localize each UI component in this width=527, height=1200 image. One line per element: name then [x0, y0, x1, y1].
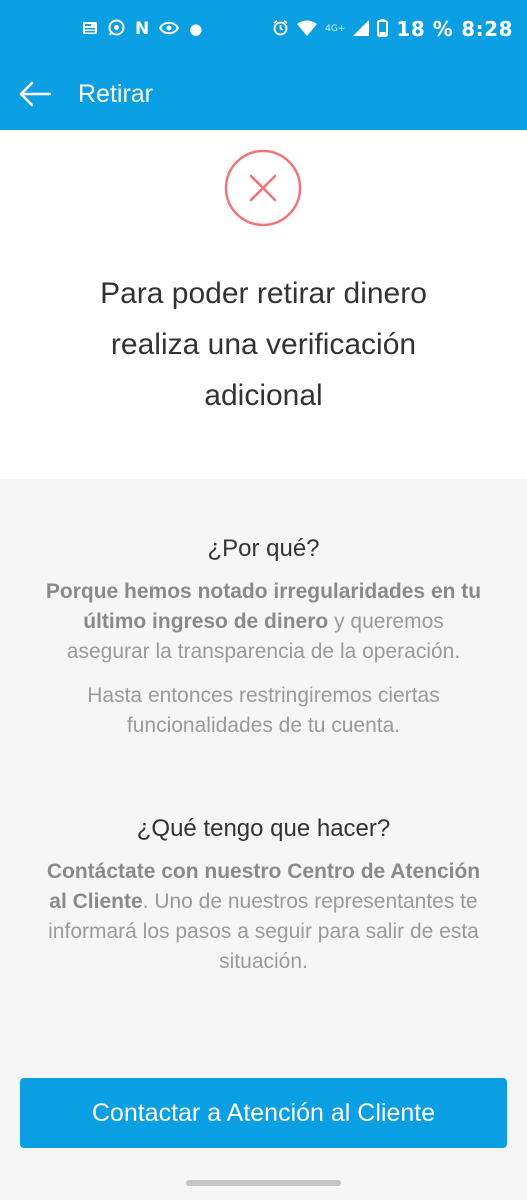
wifi-icon: [297, 20, 318, 39]
news-icon: [82, 20, 98, 39]
why-section: ¿Por qué? Porque hemos notado irregulari…: [40, 535, 487, 741]
headline-line-1: Para poder retirar dinero: [100, 277, 427, 310]
status-bar: N ● 4G+ 18 % 8:28: [0, 0, 527, 58]
home-indicator[interactable]: [186, 1180, 341, 1186]
system-icons: 4G+ 18 % 8:28: [272, 0, 513, 58]
error-x-icon: [224, 149, 302, 227]
dot-icon: ●: [189, 19, 203, 38]
app-bar: Retirar: [0, 58, 527, 130]
what-to-do-section: ¿Qué tengo que hacer? Contáctate con nue…: [40, 815, 487, 977]
bank-app-icon: [159, 21, 180, 38]
what-to-do-title: ¿Qué tengo que hacer?: [136, 815, 391, 842]
clock: 8:28: [461, 17, 513, 41]
back-button[interactable]: [16, 76, 54, 112]
n-app-icon: N: [135, 18, 150, 39]
headline: Para poder retirar dinero realiza una ve…: [40, 268, 487, 421]
why-text: Porque hemos notado irregularidades en t…: [40, 577, 487, 667]
signal-icon: [353, 19, 370, 39]
arrow-left-icon: [19, 81, 52, 107]
headline-line-3: adicional: [204, 379, 323, 412]
headline-line-2: realiza una verificación: [110, 328, 417, 361]
network-type: 4G+: [325, 24, 346, 34]
why-title: ¿Por qué?: [207, 535, 320, 562]
restriction-text: Hasta entonces restringiremos ciertas fu…: [87, 684, 440, 737]
battery-icon: [377, 18, 389, 40]
notification-icons: N ●: [82, 0, 202, 58]
alarm-icon: [272, 19, 289, 39]
contact-support-button[interactable]: Contactar a Atención al Cliente: [20, 1078, 507, 1148]
what-to-do-text: Contáctate con nuestro Centro de Atenció…: [40, 857, 487, 977]
whatsapp-icon: [108, 19, 125, 39]
page-title: Retirar: [78, 80, 154, 108]
battery-percent: 18 %: [396, 17, 454, 41]
